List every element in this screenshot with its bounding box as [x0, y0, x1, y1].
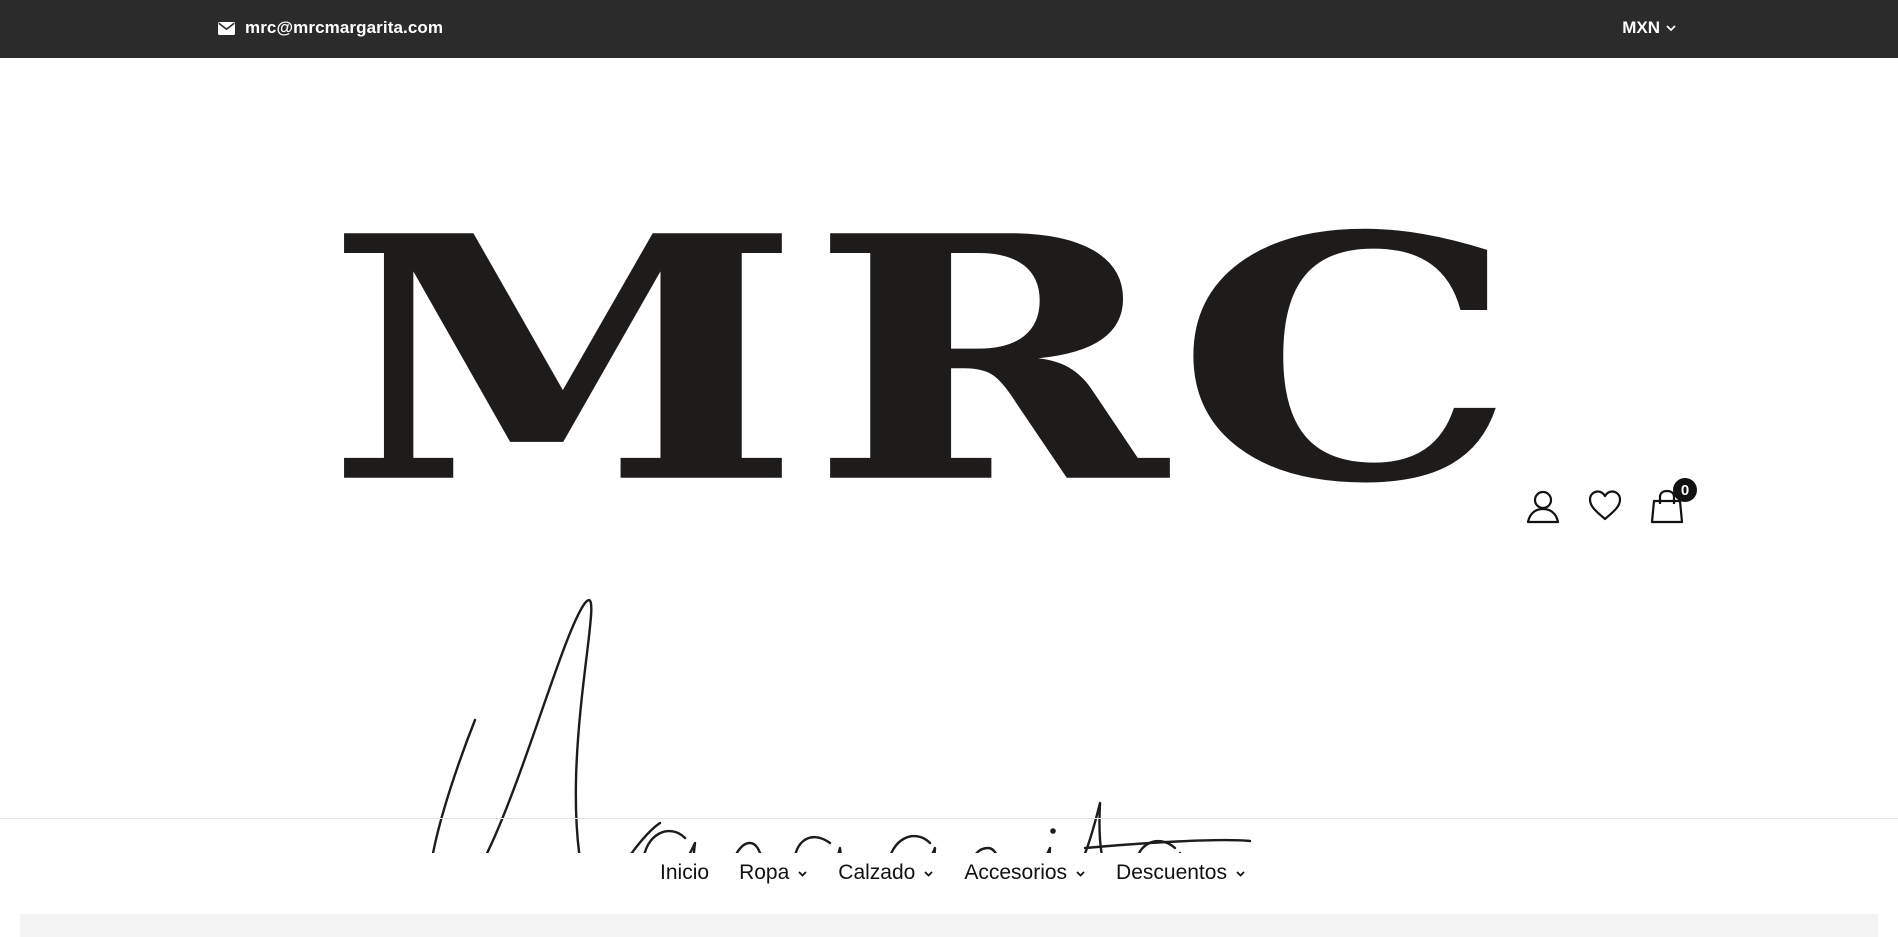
email-text: mrc@mrcmargarita.com — [245, 18, 444, 37]
user-icon — [1526, 490, 1560, 524]
envelope-icon — [218, 21, 235, 35]
chevron-down-icon — [1666, 25, 1676, 32]
wishlist-button[interactable] — [1587, 488, 1623, 524]
nav-item-label: Ropa — [739, 861, 790, 884]
main-nav: Inicio Ropa Calzado Accesorios Descuento… — [0, 856, 1898, 890]
chevron-down-icon — [1076, 870, 1085, 877]
nav-item-label: Accesorios — [964, 861, 1068, 884]
currency-selector[interactable]: MXN — [1622, 18, 1676, 38]
nav-item-accesorios[interactable]: Accesorios — [964, 861, 1086, 885]
nav-item-label: Descuentos — [1116, 861, 1227, 884]
nav-item-calzado[interactable]: Calzado — [838, 861, 934, 885]
chevron-down-icon — [1236, 870, 1245, 877]
logo-script — [431, 599, 1252, 853]
cart-count-badge: 0 — [1673, 478, 1697, 502]
email-link[interactable]: mrc@mrcmargarita.com — [218, 18, 443, 38]
nav-item-descuentos[interactable]: Descuentos — [1116, 861, 1246, 885]
chevron-down-icon — [798, 870, 807, 877]
top-bar: mrc@mrcmargarita.com MXN — [0, 0, 1898, 58]
content-area-top — [20, 914, 1878, 937]
currency-label: MXN — [1622, 18, 1660, 37]
heart-icon — [1588, 490, 1622, 521]
header-divider — [0, 818, 1898, 819]
account-button[interactable] — [1525, 488, 1561, 524]
brand-logo[interactable]: MRC — [326, 183, 1518, 853]
nav-item-label: Calzado — [838, 861, 916, 884]
nav-item-label: Inicio — [660, 861, 710, 884]
chevron-down-icon — [924, 870, 933, 877]
header-actions: 0 — [1525, 478, 1697, 524]
nav-item-inicio[interactable]: Inicio — [660, 861, 709, 885]
site-header: MRC 0 — [0, 58, 1898, 853]
cart-button[interactable]: 0 — [1649, 478, 1697, 524]
nav-item-ropa[interactable]: Ropa — [739, 861, 808, 885]
